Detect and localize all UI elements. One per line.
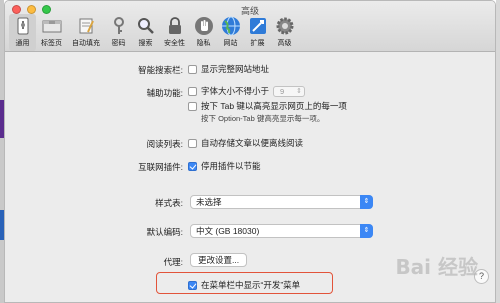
min-font-size-select[interactable]: 9 (273, 86, 306, 98)
tab-highlight-checkbox[interactable] (188, 102, 197, 112)
globe-icon (221, 16, 240, 36)
smart-search-checkbox[interactable] (188, 65, 197, 75)
stylesheet-value: 未选择 (196, 197, 222, 207)
title-bar: 高级 通用 标签页 自动填充 密码 搜索 安全性 隐私 网站 扩展 高级 (5, 1, 495, 52)
chevron-updown-icon: ⇕ (360, 224, 373, 238)
min-font-checkbox[interactable] (188, 87, 197, 97)
stylesheet-label: 样式表: (155, 198, 183, 208)
chevron-updown-icon: ⇕ (360, 195, 373, 209)
general-icon (17, 17, 28, 35)
tab-label: 搜索 (138, 40, 153, 47)
reading-list-option[interactable]: 自动存储文章以便离线阅读 (188, 137, 303, 149)
tab-label: 自动填充 (72, 40, 100, 47)
tab-label: 密码 (111, 40, 126, 47)
plugins-checkbox[interactable] (188, 162, 197, 172)
tabs-icon (42, 20, 61, 33)
tab-highlight-option-label: 按下 Tab 键以高亮显示网页上的每一项 (201, 101, 347, 111)
tab-tabs[interactable]: 标签页 (36, 14, 67, 51)
plugins-label: 互联网插件: (138, 162, 183, 172)
hand-icon (194, 17, 213, 35)
search-icon (137, 18, 154, 34)
reading-list-checkbox[interactable] (188, 139, 197, 149)
smart-search-option[interactable]: 显示完整网站地址 (188, 63, 269, 75)
tab-label: 安全性 (164, 40, 185, 47)
min-font-option[interactable]: 字体大小不得小于 9 (188, 85, 306, 98)
tab-search[interactable]: 搜索 (132, 14, 159, 51)
develop-menu-checkbox[interactable] (188, 281, 197, 291)
accessibility-label: 辅助功能: (146, 88, 183, 98)
develop-menu-option[interactable]: 在菜单栏中显示“开发”菜单 (188, 279, 300, 291)
watermark: Bai 经验 (395, 255, 478, 279)
smart-search-option-label: 显示完整网站地址 (201, 64, 270, 74)
preferences-toolbar: 通用 标签页 自动填充 密码 搜索 安全性 隐私 网站 扩展 高级 (9, 14, 298, 51)
lock-icon (168, 17, 181, 34)
tab-privacy[interactable]: 隐私 (190, 14, 217, 51)
tab-label: 标签页 (41, 40, 62, 47)
plugins-option[interactable]: 停用插件以节能 (188, 160, 261, 172)
puzzle-icon (249, 18, 266, 34)
tab-general[interactable]: 通用 (9, 14, 36, 51)
background-app-right (496, 0, 500, 303)
reading-list-option-label: 自动存储文章以便离线阅读 (201, 138, 304, 148)
tab-highlight-option[interactable]: 按下 Tab 键以高亮显示网页上的每一项 (188, 100, 347, 112)
encoding-select[interactable]: 中文 (GB 18030) ⇕ (190, 224, 373, 238)
develop-menu-option-label: 在菜单栏中显示“开发”菜单 (201, 280, 301, 290)
plugins-option-label: 停用插件以节能 (201, 161, 261, 171)
change-proxy-settings-button[interactable]: 更改设置... (190, 253, 248, 267)
tab-passwords[interactable]: 密码 (105, 14, 132, 51)
autofill-icon (79, 18, 94, 34)
tab-label: 通用 (15, 40, 30, 47)
tab-advanced[interactable]: 高级 (271, 14, 298, 51)
encoding-label: 默认编码: (146, 227, 183, 237)
encoding-value: 中文 (GB 18030) (196, 226, 260, 236)
tab-label: 网站 (223, 40, 238, 47)
tab-websites[interactable]: 网站 (217, 14, 244, 51)
min-font-option-label: 字体大小不得小于 (201, 86, 270, 96)
gear-icon (276, 17, 293, 35)
key-icon (113, 17, 124, 34)
proxies-label: 代理: (163, 257, 183, 267)
tab-label: 高级 (277, 40, 292, 47)
smart-search-label: 智能搜索栏: (138, 65, 183, 75)
tab-security[interactable]: 安全性 (159, 14, 190, 51)
tab-label: 隐私 (196, 40, 211, 47)
stylesheet-select[interactable]: 未选择 ⇕ (190, 195, 373, 209)
reading-list-label: 阅读列表: (146, 139, 183, 149)
tab-highlight-hint: 按下 Option-Tab 键高亮显示每一项。 (201, 114, 325, 123)
tab-extensions[interactable]: 扩展 (244, 14, 271, 51)
tab-autofill[interactable]: 自动填充 (67, 14, 105, 51)
tab-label: 扩展 (250, 40, 265, 47)
